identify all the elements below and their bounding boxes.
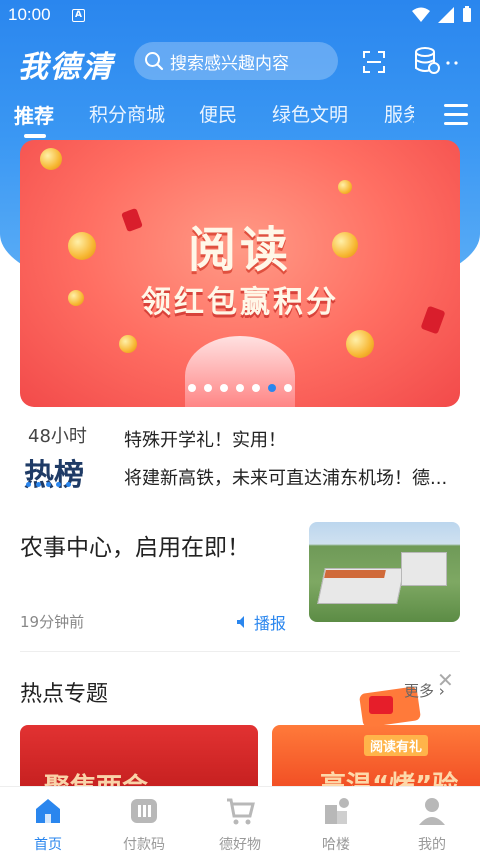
hot-list-period: 48小时 bbox=[28, 426, 87, 447]
coin-decoration bbox=[338, 180, 352, 194]
database-settings-icon[interactable] bbox=[414, 46, 464, 76]
topic-promo-label: 阅读有礼 bbox=[364, 735, 429, 756]
topic-card[interactable]: 阅读有礼 高温“烤”验 bbox=[272, 725, 480, 795]
banner-subtitle: 领红包赢积分 bbox=[141, 285, 339, 320]
news-headline[interactable]: 农事中心，启用在即！ bbox=[20, 528, 250, 562]
nav-payment-code[interactable]: 付款码 bbox=[96, 795, 192, 853]
carousel-dot[interactable] bbox=[236, 384, 244, 392]
coin-decoration bbox=[346, 330, 374, 358]
nav-payment-code-label: 付款码 bbox=[123, 837, 165, 853]
app-logo: 我德清 bbox=[18, 50, 114, 85]
broadcast-label: 播报 bbox=[254, 614, 287, 633]
carousel-dot[interactable] bbox=[204, 384, 212, 392]
hot-list-item[interactable]: 将建新高铁，未来可直达浦东机场！德... bbox=[124, 464, 447, 490]
carousel-dot[interactable] bbox=[268, 384, 276, 392]
app-notification-icon: A bbox=[72, 9, 85, 22]
status-time: 10:00 bbox=[8, 5, 51, 24]
wifi-icon bbox=[412, 7, 430, 22]
section-title-hot-topics: 热点专题 bbox=[20, 682, 109, 707]
active-tab-indicator bbox=[24, 134, 46, 138]
tab-points-mall[interactable]: 积分商城 bbox=[89, 100, 165, 127]
status-bar: 10:00 A bbox=[0, 0, 480, 32]
promo-banner[interactable]: 阅读 领红包赢积分 bbox=[20, 140, 460, 407]
close-icon[interactable]: ✕ bbox=[437, 668, 454, 692]
cart-icon bbox=[227, 798, 255, 825]
tab-service[interactable]: 服务 bbox=[384, 100, 414, 127]
nav-home[interactable]: 首页 bbox=[0, 795, 96, 853]
carousel-dot[interactable] bbox=[220, 384, 228, 392]
gift-box-decoration bbox=[185, 336, 295, 407]
banner-title: 阅读 bbox=[187, 222, 292, 278]
coin-decoration bbox=[119, 335, 137, 353]
tab-green-civilization[interactable]: 绿色文明 bbox=[272, 100, 348, 127]
section-divider bbox=[20, 651, 460, 652]
tab-recommend[interactable]: 推荐 bbox=[14, 100, 54, 129]
hot-list: 48小时 热榜 特殊开学礼！实用！ 将建新高铁，未来可直达浦东机场！德... bbox=[20, 418, 460, 498]
search-icon bbox=[145, 52, 164, 71]
app-header: 我德清 搜索感兴趣内容 bbox=[0, 38, 480, 86]
carousel-dot[interactable] bbox=[188, 384, 196, 392]
broadcast-button[interactable]: 播报 bbox=[236, 610, 286, 634]
user-icon bbox=[419, 798, 445, 825]
nav-shop-label: 德好物 bbox=[219, 837, 261, 853]
hot-list-dots bbox=[26, 482, 71, 487]
hot-list-item[interactable]: 特殊开学礼！实用！ bbox=[124, 426, 286, 452]
coin-decoration bbox=[40, 148, 62, 170]
nav-community[interactable]: 哈楼 bbox=[288, 795, 384, 853]
home-icon bbox=[36, 799, 60, 823]
nav-profile[interactable]: 我的 bbox=[384, 795, 480, 853]
search-bar[interactable]: 搜索感兴趣内容 bbox=[134, 42, 338, 80]
nav-shop[interactable]: 德好物 bbox=[192, 795, 288, 853]
carousel-dot[interactable] bbox=[284, 384, 292, 392]
signal-icon bbox=[438, 6, 454, 23]
menu-icon[interactable] bbox=[444, 104, 468, 126]
news-thumbnail[interactable] bbox=[309, 522, 460, 622]
bottom-navigation: 首页 付款码 德好物 哈楼 我的 bbox=[0, 786, 480, 853]
building-icon bbox=[325, 798, 349, 824]
hot-list-label[interactable]: 热榜 bbox=[24, 450, 84, 494]
scan-icon[interactable] bbox=[362, 50, 386, 74]
battery-icon bbox=[463, 6, 471, 22]
tab-convenience[interactable]: 便民 bbox=[199, 100, 237, 127]
carousel-indicator bbox=[20, 384, 460, 392]
topic-card[interactable]: 聚焦两会 bbox=[20, 725, 258, 795]
nav-community-label: 哈楼 bbox=[322, 837, 350, 853]
news-card[interactable]: 农事中心，启用在即！ 19分钟前 播报 bbox=[20, 514, 460, 638]
news-time: 19分钟前 bbox=[20, 613, 85, 631]
carousel-dot[interactable] bbox=[252, 384, 260, 392]
category-tabs: 推荐 积分商城 便民 绿色文明 服务 bbox=[0, 100, 480, 138]
speaker-icon bbox=[237, 616, 244, 628]
nav-home-label: 首页 bbox=[34, 837, 62, 853]
search-placeholder: 搜索感兴趣内容 bbox=[170, 53, 289, 74]
payment-code-icon bbox=[131, 799, 157, 823]
nav-profile-label: 我的 bbox=[418, 837, 446, 853]
